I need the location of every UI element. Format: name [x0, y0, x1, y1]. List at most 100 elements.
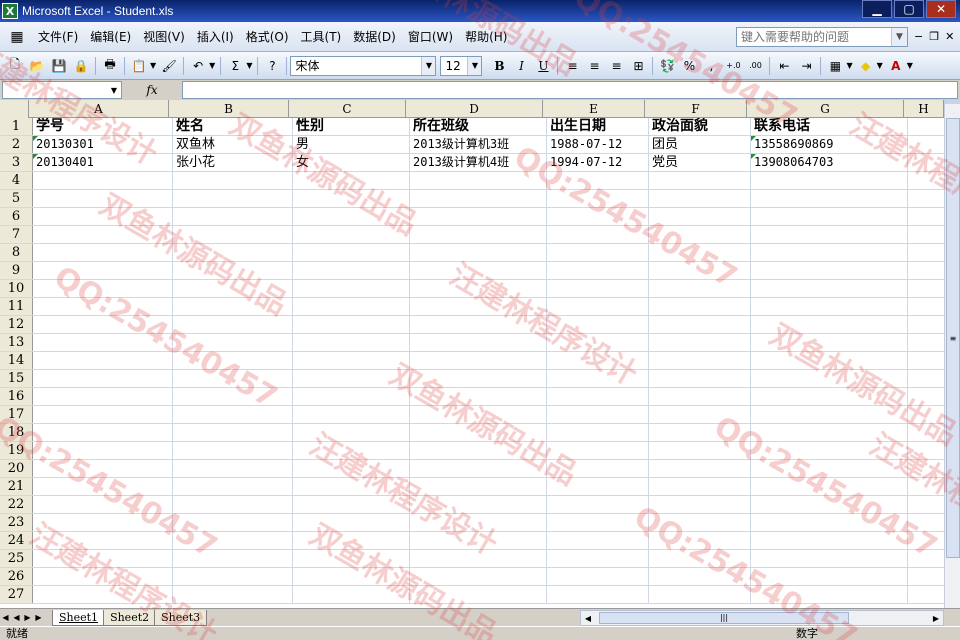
cell-a24[interactable] — [33, 532, 173, 549]
cell-e20[interactable] — [547, 460, 649, 477]
cell-g23[interactable] — [751, 514, 908, 531]
tab-sheet3[interactable]: Sheet3 — [154, 609, 208, 626]
cell-d7[interactable] — [410, 226, 547, 243]
menu-window[interactable]: 窗口(W) — [402, 27, 459, 47]
cell-d12[interactable] — [410, 316, 547, 333]
column-header-a[interactable]: A — [29, 100, 169, 118]
cell-b10[interactable] — [173, 280, 293, 297]
cell-f13[interactable] — [649, 334, 751, 351]
cell-g14[interactable] — [751, 352, 908, 369]
cell-c5[interactable] — [293, 190, 410, 207]
font-size-select[interactable]: 12 ▼ — [440, 55, 483, 76]
cell-e26[interactable] — [547, 568, 649, 585]
increase-decimal-icon[interactable]: +.0 — [723, 56, 743, 76]
vertical-scrollbar[interactable]: ≡ — [944, 100, 960, 608]
row-header-17[interactable]: 17 — [0, 406, 33, 423]
cell-a25[interactable] — [33, 550, 173, 567]
cell-g5[interactable] — [751, 190, 908, 207]
row-header-20[interactable]: 20 — [0, 460, 33, 477]
cell-b24[interactable] — [173, 532, 293, 549]
cell-e19[interactable] — [547, 442, 649, 459]
cell-g13[interactable] — [751, 334, 908, 351]
cell-a26[interactable] — [33, 568, 173, 585]
cell-e23[interactable] — [547, 514, 649, 531]
cell-b13[interactable] — [173, 334, 293, 351]
cell-d5[interactable] — [410, 190, 547, 207]
cell-e11[interactable] — [547, 298, 649, 315]
cell-b18[interactable] — [173, 424, 293, 441]
help-search-input[interactable] — [741, 30, 887, 44]
cell-d17[interactable] — [410, 406, 547, 423]
cell-g11[interactable] — [751, 298, 908, 315]
percent-button[interactable]: % — [679, 56, 699, 76]
next-sheet-icon[interactable]: ▶ — [22, 613, 33, 622]
cell-f11[interactable] — [649, 298, 751, 315]
font-name-select[interactable]: 宋体 ▼ — [290, 55, 437, 76]
cell-a2[interactable]: 20130301 — [33, 136, 173, 153]
cell-h18[interactable] — [908, 424, 944, 441]
cell-d19[interactable] — [410, 442, 547, 459]
cell-c22[interactable] — [293, 496, 410, 513]
cell-b12[interactable] — [173, 316, 293, 333]
chevron-down-icon[interactable]: ▼ — [150, 61, 156, 70]
cell-e15[interactable] — [547, 370, 649, 387]
cell-b23[interactable] — [173, 514, 293, 531]
cell-b3[interactable]: 张小花 — [173, 154, 293, 171]
split-handle[interactable] — [945, 100, 960, 104]
column-header-g[interactable]: G — [747, 100, 904, 118]
cell-e8[interactable] — [547, 244, 649, 261]
cell-f2[interactable]: 团员 — [649, 136, 751, 153]
cell-d1[interactable]: 所在班级 — [410, 118, 547, 135]
horizontal-scrollbar[interactable]: ◀ ||| ▶ — [580, 610, 944, 626]
close-button[interactable]: ✕ — [926, 0, 956, 18]
row-header-19[interactable]: 19 — [0, 442, 33, 459]
row-header-3[interactable]: 3 — [0, 154, 33, 171]
cell-h13[interactable] — [908, 334, 944, 351]
chevron-down-icon[interactable]: ▼ — [891, 28, 907, 46]
column-header-e[interactable]: E — [543, 100, 645, 118]
cell-e1[interactable]: 出生日期 — [547, 118, 649, 135]
cell-h22[interactable] — [908, 496, 944, 513]
row-header-23[interactable]: 23 — [0, 514, 33, 531]
cell-h15[interactable] — [908, 370, 944, 387]
menu-view[interactable]: 视图(V) — [137, 27, 191, 47]
cell-b22[interactable] — [173, 496, 293, 513]
minimize-button[interactable]: ▁ — [862, 0, 892, 18]
cell-d25[interactable] — [410, 550, 547, 567]
cell-d3[interactable]: 2013级计算机4班 — [410, 154, 547, 171]
row-header-15[interactable]: 15 — [0, 370, 33, 387]
chevron-down-icon[interactable]: ▼ — [246, 61, 252, 70]
scroll-left-icon[interactable]: ◀ — [581, 611, 595, 625]
cell-b21[interactable] — [173, 478, 293, 495]
vertical-scroll-thumb[interactable]: ≡ — [946, 118, 960, 558]
tab-sheet1[interactable]: Sheet1 — [52, 609, 106, 626]
cell-g6[interactable] — [751, 208, 908, 225]
cell-g1[interactable]: 联系电话 — [751, 118, 908, 135]
cell-h2[interactable] — [908, 136, 944, 153]
merge-center-icon[interactable]: ⊞ — [628, 56, 648, 76]
cell-d27[interactable] — [410, 586, 547, 603]
print-icon[interactable]: 🖶 — [100, 56, 120, 76]
cell-a22[interactable] — [33, 496, 173, 513]
borders-icon[interactable]: ▦ — [825, 56, 845, 76]
cell-g16[interactable] — [751, 388, 908, 405]
row-header-27[interactable]: 27 — [0, 586, 33, 603]
cell-f9[interactable] — [649, 262, 751, 279]
cell-c2[interactable]: 男 — [293, 136, 410, 153]
cell-h3[interactable] — [908, 154, 944, 171]
cell-a21[interactable] — [33, 478, 173, 495]
cell-g7[interactable] — [751, 226, 908, 243]
cell-e10[interactable] — [547, 280, 649, 297]
cell-d23[interactable] — [410, 514, 547, 531]
cell-a23[interactable] — [33, 514, 173, 531]
italic-button[interactable]: I — [511, 56, 531, 76]
cell-f26[interactable] — [649, 568, 751, 585]
cell-a10[interactable] — [33, 280, 173, 297]
cell-h8[interactable] — [908, 244, 944, 261]
cell-f5[interactable] — [649, 190, 751, 207]
row-header-8[interactable]: 8 — [0, 244, 33, 261]
bold-button[interactable]: B — [489, 56, 509, 76]
cell-a1[interactable]: 学号 — [33, 118, 173, 135]
cell-h5[interactable] — [908, 190, 944, 207]
cell-f6[interactable] — [649, 208, 751, 225]
